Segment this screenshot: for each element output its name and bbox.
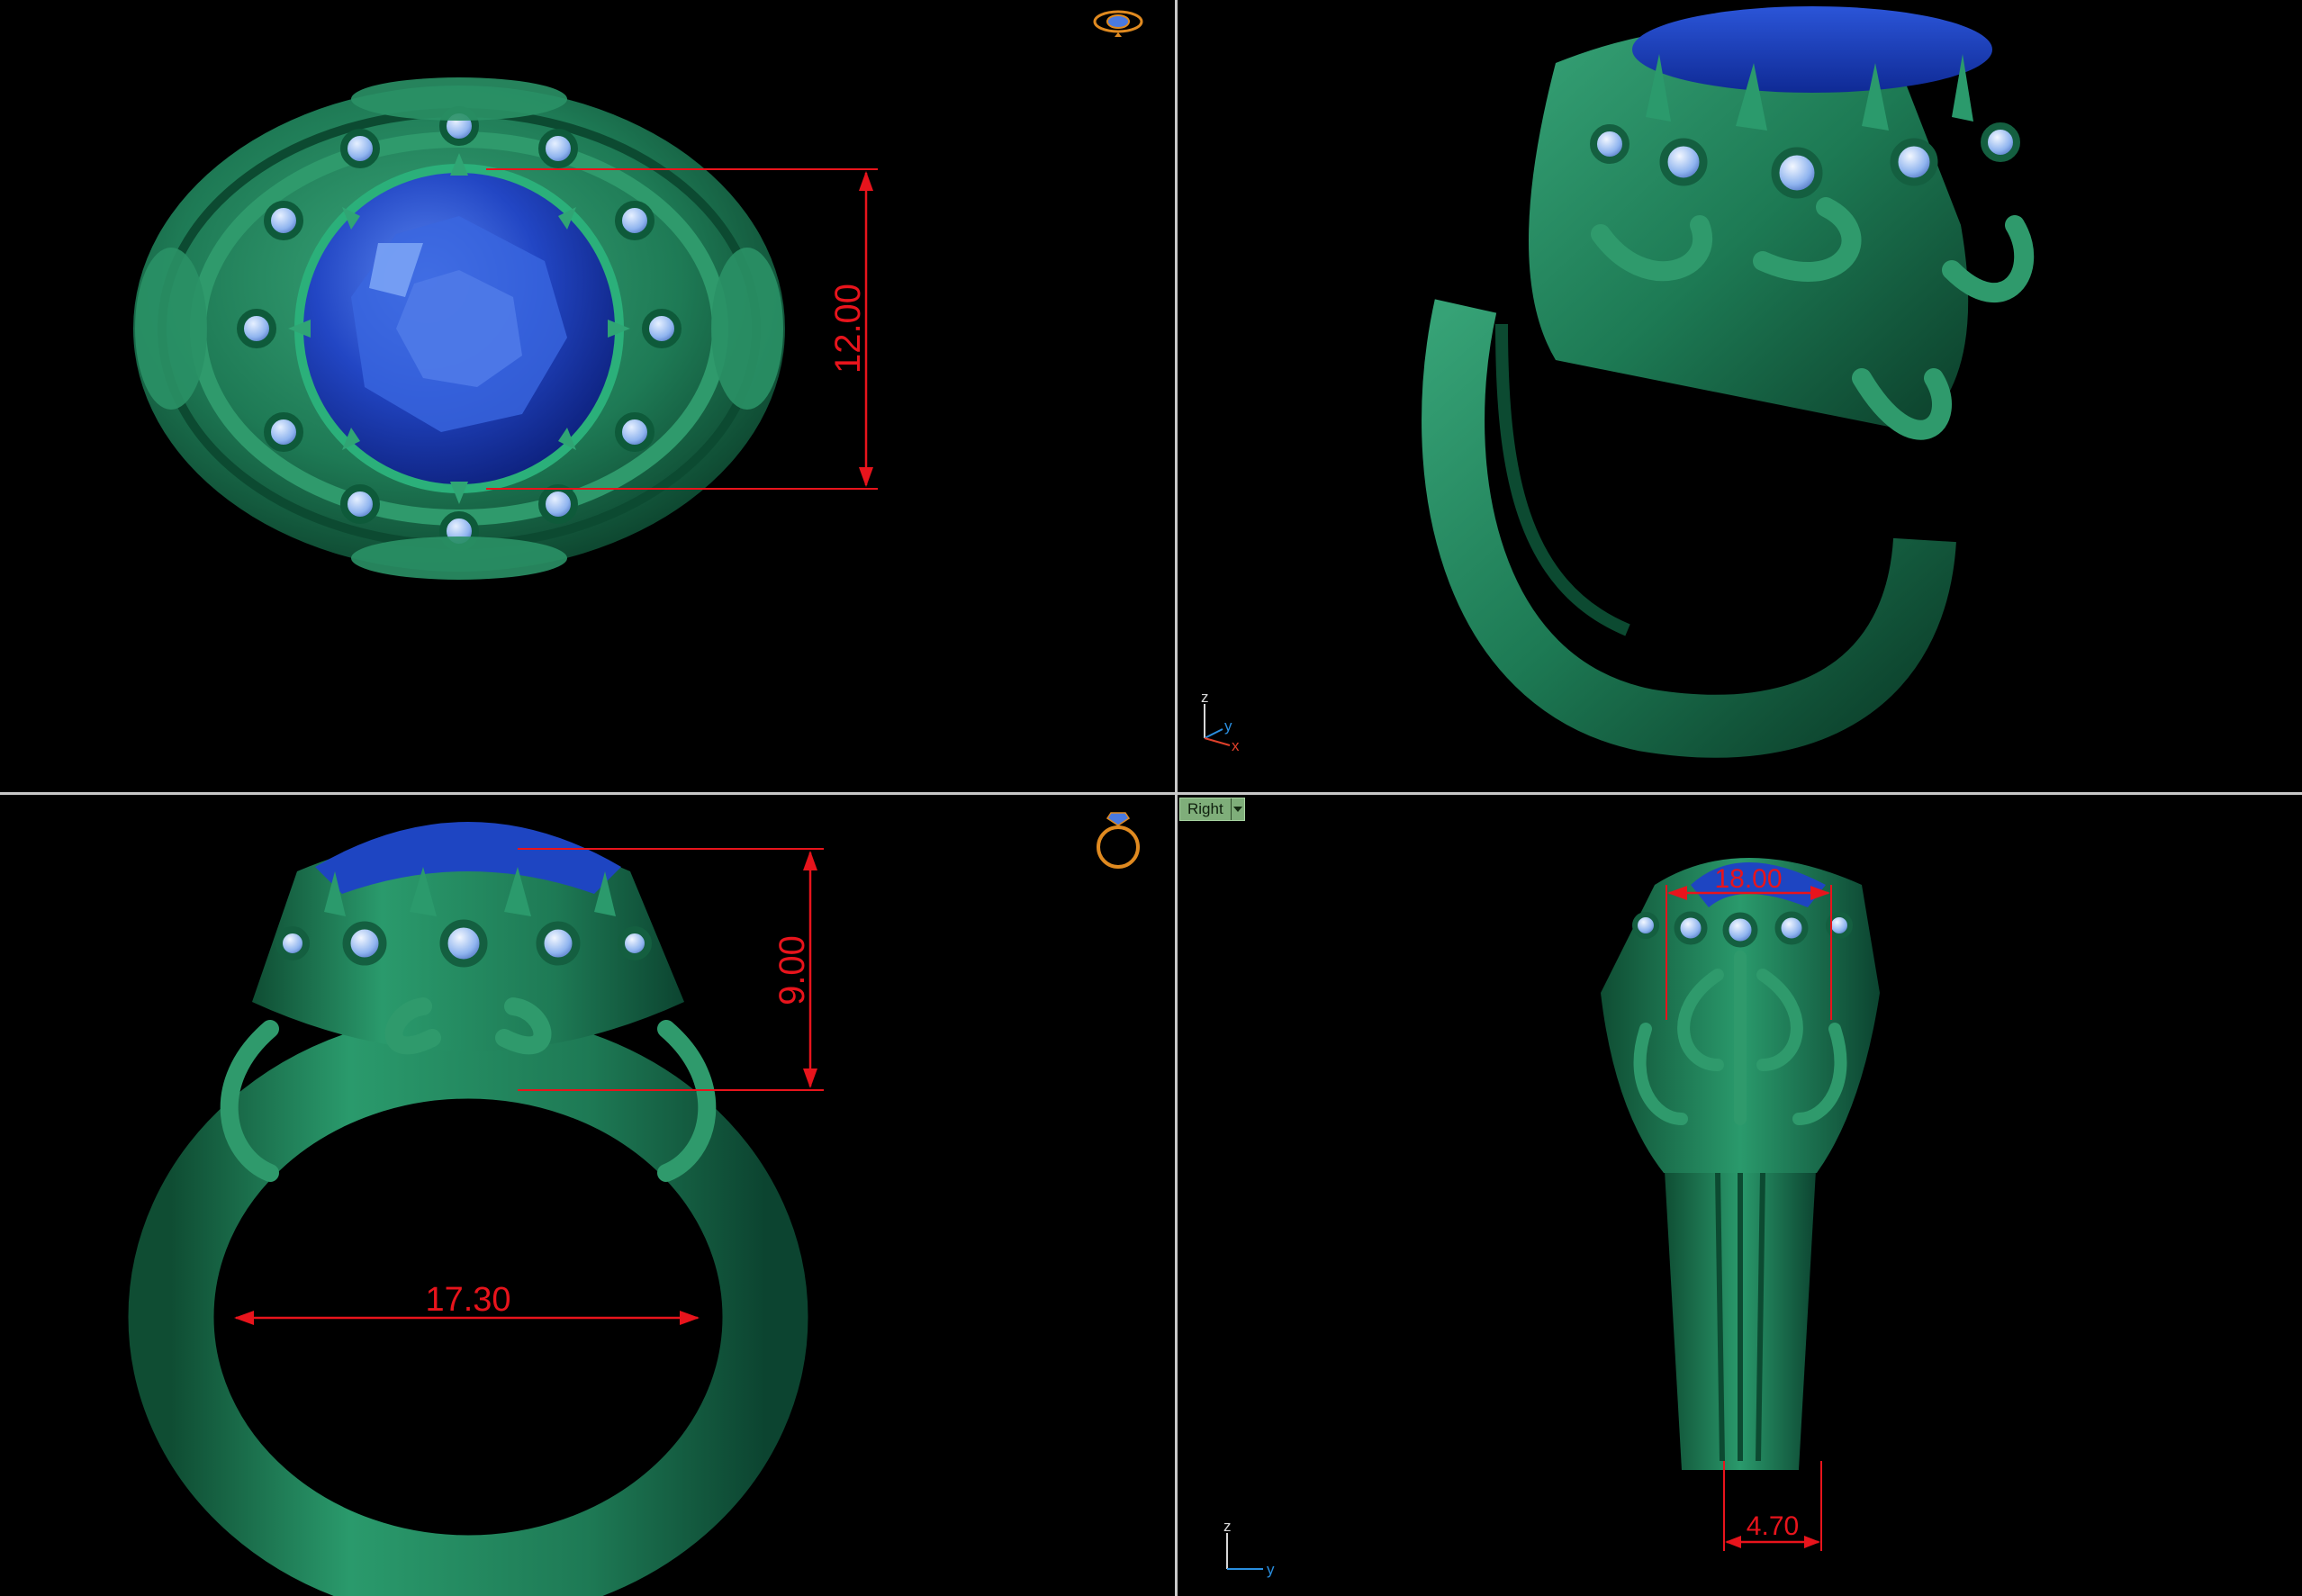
viewport-divider-horizontal[interactable]	[0, 792, 2302, 795]
ring-front-view-icon[interactable]	[1091, 807, 1145, 872]
viewport-top[interactable]: 12.00	[0, 0, 1175, 792]
center-gem	[1632, 6, 1992, 93]
viewport-perspective[interactable]: z y x	[1178, 0, 2302, 792]
chevron-down-icon[interactable]	[1230, 798, 1244, 820]
axis-triad-icon: z y	[1223, 1518, 1275, 1578]
dimension-18-label: 18.00	[1714, 864, 1782, 894]
top-view-render: 12.00	[133, 77, 878, 580]
viewport-right-label: Right	[1187, 800, 1223, 817]
dimension-9-label: 9.00	[772, 935, 812, 1005]
viewport-divider-vertical[interactable]	[1175, 0, 1178, 1596]
front-view-render: 9.00 17.30	[128, 822, 824, 1596]
ring-top-view-icon[interactable]	[1091, 5, 1145, 38]
perspective-view-render: z y x	[1201, 6, 2035, 758]
dimension-4-70-label: 4.70	[1747, 1511, 1799, 1541]
svg-text:x: x	[1232, 737, 1240, 754]
viewport-front[interactable]: 9.00 17.30	[0, 795, 1175, 1596]
viewport-right[interactable]: 18.00 4.70 z y	[1178, 795, 2302, 1596]
svg-text:y: y	[1267, 1561, 1275, 1578]
right-view-render: 18.00 4.70 z y	[1223, 858, 1880, 1578]
dimension-12-label: 12.00	[828, 284, 868, 374]
svg-text:z: z	[1201, 689, 1209, 706]
axis-triad-icon: z y x	[1201, 689, 1240, 754]
dimension-17-30-label: 17.30	[425, 1281, 510, 1319]
svg-text:y: y	[1224, 717, 1232, 735]
viewport-right-label-tab[interactable]: Right	[1179, 798, 1245, 821]
svg-text:z: z	[1223, 1518, 1232, 1535]
